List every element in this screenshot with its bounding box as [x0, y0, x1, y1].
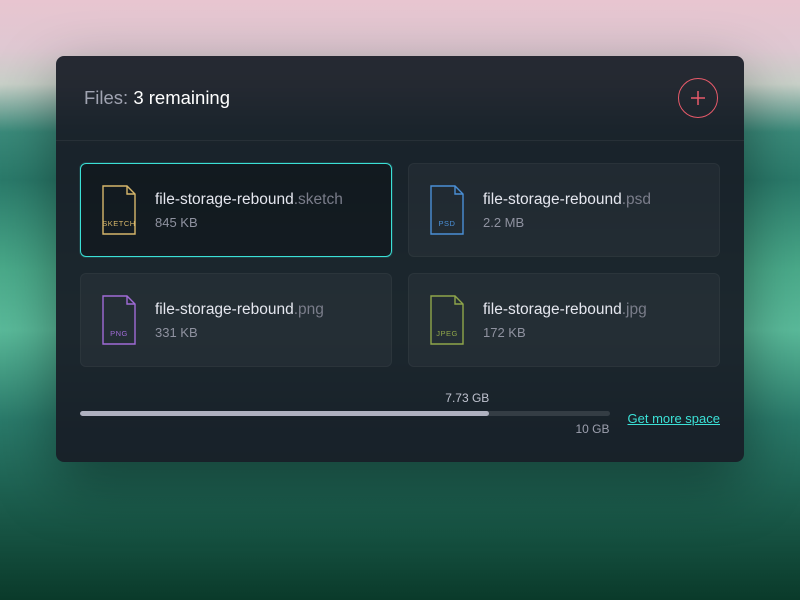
file-type-badge: PNG: [99, 329, 139, 338]
file-name: file-storage-rebound.sketch: [155, 191, 343, 209]
plus-icon: [689, 89, 707, 107]
file-extension: .psd: [622, 191, 651, 208]
file-basename: file-storage-rebound: [483, 301, 622, 318]
file-name: file-storage-rebound.png: [155, 301, 324, 319]
file-type-badge: JPEG: [427, 329, 467, 338]
file-icon: SKETCH: [99, 184, 139, 236]
files-grid: SKETCHfile-storage-rebound.sketch845 KBP…: [56, 141, 744, 379]
remaining-count: 3 remaining: [133, 87, 230, 108]
file-extension: .png: [294, 301, 324, 318]
upload-card: Files: 3 remaining SKETCH file-storage-re…: [56, 56, 744, 462]
file-size: 845 KB: [155, 215, 343, 230]
storage-bar-fill: [80, 411, 489, 416]
files-remaining-title: Files: 3 remaining: [84, 87, 230, 109]
file-icon: JPEG: [427, 294, 467, 346]
file-basename: file-storage-rebound: [155, 301, 294, 318]
file-meta: file-storage-rebound.psd 2.2 MB: [483, 191, 651, 230]
add-button[interactable]: [678, 78, 718, 118]
file-size: 172 KB: [483, 325, 647, 340]
file-basename: file-storage-rebound: [155, 191, 294, 208]
storage-total-label: 10 GB: [80, 422, 610, 436]
file-size: 2.2 MB: [483, 215, 651, 230]
file-name: file-storage-rebound.jpg: [483, 301, 647, 319]
storage-used-label: 7.73 GB: [80, 391, 489, 405]
file-type-badge: SKETCH: [99, 219, 139, 228]
title-prefix: Files:: [84, 87, 133, 108]
file-extension: .jpg: [622, 301, 647, 318]
file-name: file-storage-rebound.psd: [483, 191, 651, 209]
file-card[interactable]: SKETCH file-storage-rebound.sketch 845 KB: [80, 163, 392, 257]
storage-bar-wrap: 7.73 GB 10 GB: [80, 391, 610, 436]
file-basename: file-storage-rebound: [483, 191, 622, 208]
file-size: 331 KB: [155, 325, 324, 340]
file-type-badge: PSD: [427, 219, 467, 228]
file-icon: PSD: [427, 184, 467, 236]
file-meta: file-storage-rebound.sketch 845 KB: [155, 191, 343, 230]
file-meta: file-storage-rebound.jpg 172 KB: [483, 301, 647, 340]
file-card[interactable]: JPEG file-storage-rebound.jpg 172 KB: [408, 273, 720, 367]
card-header: Files: 3 remaining: [56, 56, 744, 141]
file-icon: PNG: [99, 294, 139, 346]
file-extension: .sketch: [294, 191, 343, 208]
get-more-space-link[interactable]: Get more space: [628, 401, 721, 426]
file-meta: file-storage-rebound.png 331 KB: [155, 301, 324, 340]
file-card[interactable]: PSD file-storage-rebound.psd 2.2 MB: [408, 163, 720, 257]
storage-section: 7.73 GB 10 GB Get more space: [56, 379, 744, 462]
storage-bar: [80, 411, 610, 416]
file-card[interactable]: PNG file-storage-rebound.png 331 KB: [80, 273, 392, 367]
